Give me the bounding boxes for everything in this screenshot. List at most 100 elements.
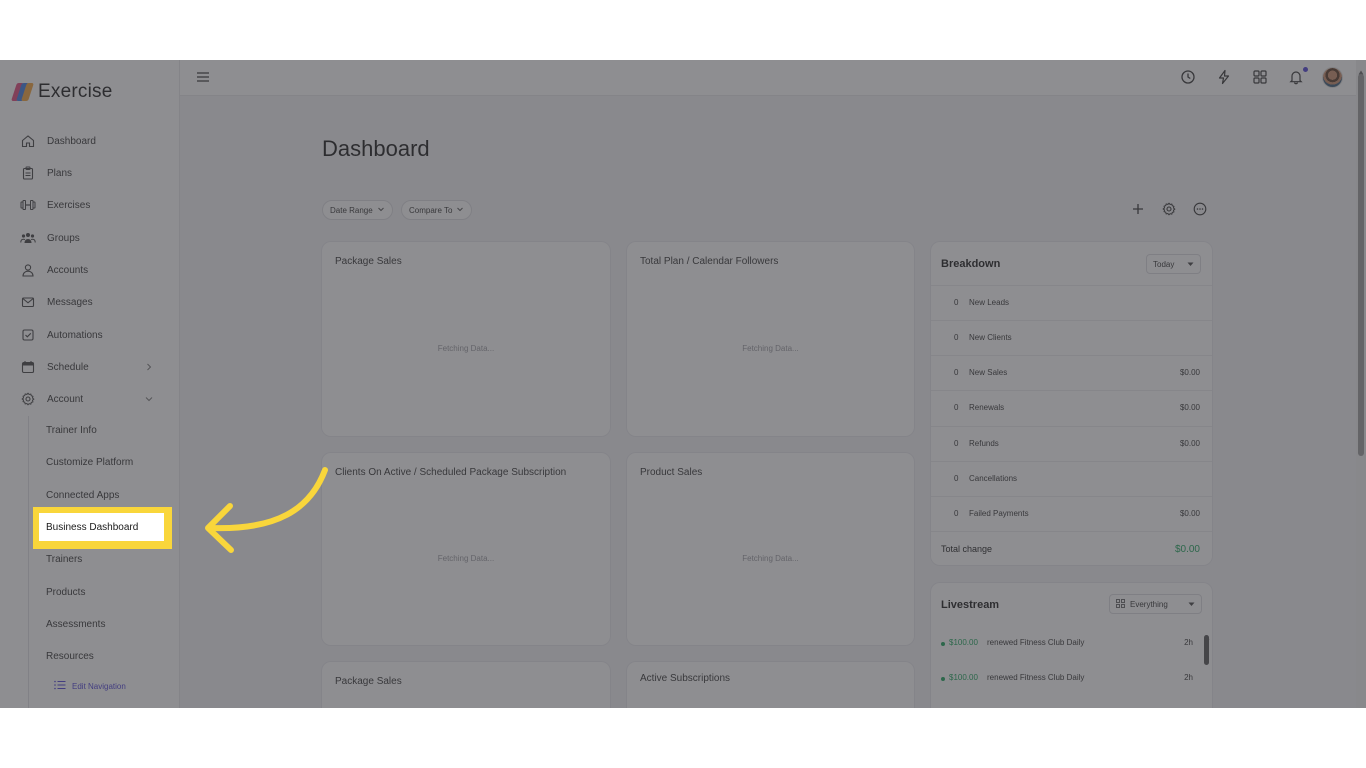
- chevron-down-icon: [377, 205, 385, 215]
- clipboard-icon: [20, 165, 36, 181]
- sidebar-subitem-resources[interactable]: Resources: [46, 649, 94, 665]
- sidebar-subitem-trainers[interactable]: Trainers: [46, 552, 82, 568]
- period-value: Today: [1153, 259, 1175, 269]
- livestream-title: Livestream: [941, 599, 1000, 611]
- card-title: Active Subscriptions: [640, 673, 731, 684]
- filter-value: Everything: [1130, 599, 1168, 609]
- breakdown-row: 0 Failed Payments $0.00: [931, 496, 1212, 531]
- list-icon: [54, 680, 66, 692]
- product-sales-card: Product Sales Fetching Data...: [626, 452, 915, 646]
- logo-icon: [11, 82, 34, 102]
- scroll-down-arrow-icon[interactable]: [1358, 700, 1364, 708]
- breakdown-row: 0 Cancellations: [931, 461, 1212, 496]
- compare-to-label: Compare To: [409, 205, 453, 215]
- status-dot: [941, 677, 945, 681]
- app-window: Exercise Dashboard Plans Exercises Group…: [0, 60, 1366, 708]
- sidebar-item-dashboard[interactable]: Dashboard: [20, 129, 160, 153]
- package-sales-card: Package Sales Fetching Data...: [321, 241, 611, 437]
- breakdown-title: Breakdown: [941, 258, 1001, 270]
- bell-icon[interactable]: [1288, 69, 1304, 85]
- sidebar-item-account[interactable]: Account: [20, 387, 160, 411]
- loading-text: Fetching Data...: [742, 554, 799, 563]
- user-icon: [20, 262, 36, 278]
- sidebar-item-accounts[interactable]: Accounts: [20, 258, 160, 282]
- grid-icon: [1116, 598, 1125, 610]
- livestream-scrollbar[interactable]: [1204, 635, 1209, 665]
- breakdown-panel: Breakdown Today 0 New Leads 0 New Clients …: [930, 241, 1213, 566]
- chevron-right-icon: [142, 360, 156, 374]
- loading-text: Fetching Data...: [437, 344, 495, 353]
- date-range-filter[interactable]: Date Range: [322, 200, 393, 220]
- sidebar-subitem-customize-platform[interactable]: Customize Platform: [46, 455, 133, 471]
- scrollbar-thumb[interactable]: [1358, 74, 1364, 456]
- mail-icon: [20, 294, 36, 310]
- page-scrollbar[interactable]: [1356, 60, 1366, 708]
- breakdown-total-row: Total change $0.00: [931, 531, 1212, 566]
- clock-icon[interactable]: [1180, 69, 1196, 85]
- lightning-icon[interactable]: [1216, 69, 1232, 85]
- livestream-event[interactable]: $100.00 renewed Fitness Club Daily 2h: [941, 673, 1193, 687]
- sidebar-item-label: Business Dashboard: [46, 521, 139, 533]
- menu-icon[interactable]: [196, 70, 210, 84]
- card-title: Package Sales: [335, 256, 402, 267]
- breakdown-row: 0 New Sales $0.00: [931, 355, 1212, 390]
- sidebar-subitem-connected-apps[interactable]: Connected Apps: [46, 488, 119, 504]
- card-title: Package Sales: [335, 676, 402, 687]
- loading-text: Fetching Data...: [437, 554, 495, 563]
- sidebar-item-schedule[interactable]: Schedule: [20, 355, 160, 379]
- highlight-frame: Business Dashboard: [33, 507, 172, 549]
- loading-text: Fetching Data...: [742, 344, 799, 353]
- pointer-arrow-icon: [205, 467, 328, 553]
- edit-navigation-link[interactable]: Edit Navigation: [54, 680, 126, 692]
- breakdown-row: 0 Renewals $0.00: [931, 390, 1212, 425]
- breakdown-row: 0 Refunds $0.00: [931, 426, 1212, 461]
- sidebar-item-messages[interactable]: Messages: [20, 290, 160, 314]
- home-icon: [20, 133, 36, 149]
- calendar-icon: [20, 359, 36, 375]
- caret-down-icon: [1188, 600, 1195, 609]
- top-bar: [180, 60, 1356, 96]
- apps-grid-icon[interactable]: [1252, 69, 1268, 85]
- more-options-icon[interactable]: [1193, 202, 1207, 216]
- dumbbell-icon: [20, 197, 36, 213]
- avatar[interactable]: [1322, 67, 1343, 88]
- breakdown-row: 0 New Clients: [931, 320, 1212, 355]
- sidebar-item-automations[interactable]: Automations: [20, 323, 160, 347]
- breakdown-row: 0 New Leads: [931, 285, 1212, 320]
- sidebar-item-label: Plans: [47, 167, 73, 179]
- compare-to-filter[interactable]: Compare To: [401, 200, 473, 220]
- sidebar-subitem-products[interactable]: Products: [46, 585, 85, 601]
- sidebar-item-plans[interactable]: Plans: [20, 161, 160, 185]
- plan-followers-card: Total Plan / Calendar Followers Fetching…: [626, 241, 915, 437]
- breakdown-period-select[interactable]: Today: [1146, 254, 1201, 274]
- sidebar-subitem-trainer-info[interactable]: Trainer Info: [46, 423, 97, 439]
- gear-icon: [20, 391, 36, 407]
- livestream-filter-select[interactable]: Everything: [1109, 594, 1202, 614]
- plus-icon[interactable]: [1131, 202, 1145, 216]
- settings-icon[interactable]: [1162, 202, 1176, 216]
- edit-navigation-label: Edit Navigation: [72, 681, 126, 691]
- package-sales-card-2: Package Sales: [321, 661, 611, 708]
- sidebar-item-label: Messages: [47, 296, 93, 308]
- page-title: Dashboard: [322, 136, 430, 161]
- app-logo[interactable]: Exercise: [11, 81, 113, 103]
- sidebar-item-groups[interactable]: Groups: [20, 226, 160, 250]
- sidebar-subitem-assessments[interactable]: Assessments: [46, 617, 105, 633]
- chevron-down-icon: [142, 392, 156, 406]
- card-title: Clients On Active / Scheduled Package Su…: [335, 467, 567, 478]
- sidebar-item-label: Exercises: [47, 199, 91, 211]
- checkbox-icon: [20, 327, 36, 343]
- livestream-event[interactable]: $100.00 renewed Fitness Club Daily 2h: [941, 638, 1193, 652]
- date-range-label: Date Range: [330, 205, 373, 215]
- status-dot: [941, 642, 945, 646]
- app-name: Exercise: [38, 81, 113, 102]
- sidebar-subitem-business-dashboard[interactable]: Business Dashboard: [39, 513, 164, 541]
- users-icon: [20, 230, 36, 246]
- sidebar-item-label: Dashboard: [47, 135, 96, 147]
- sidebar-item-label: Schedule: [47, 361, 89, 373]
- sidebar-item-exercises[interactable]: Exercises: [20, 193, 160, 217]
- sidebar-item-label: Groups: [47, 232, 80, 244]
- livestream-panel: Livestream Everything $100.00 renewed Fi…: [930, 582, 1213, 708]
- notification-badge: [1303, 67, 1308, 72]
- sidebar-item-label: Accounts: [47, 264, 89, 276]
